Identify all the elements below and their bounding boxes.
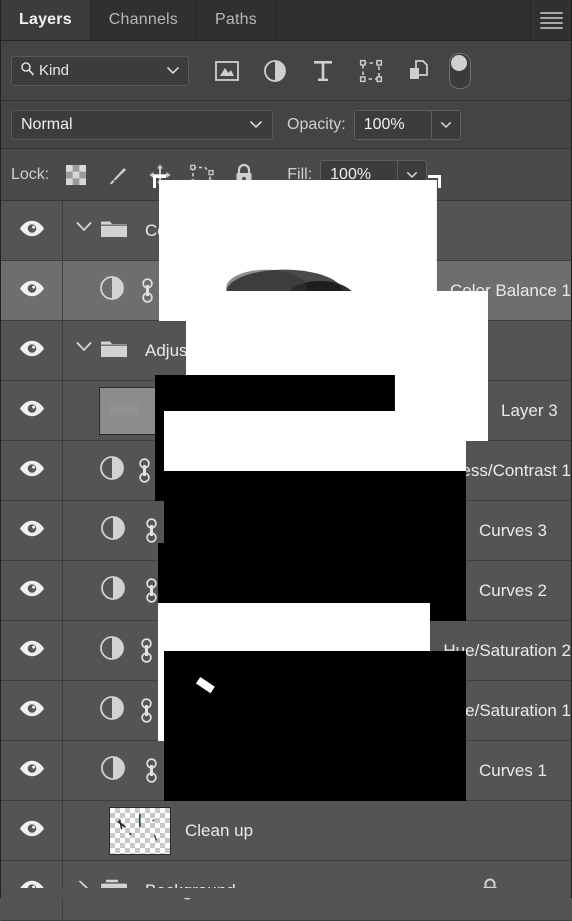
filter-toolbar: Kind (1, 41, 571, 101)
panel-tab-bar: Layers Channels Paths (1, 0, 571, 41)
layer-visibility-icon (19, 820, 45, 842)
layer-name: Layer 3 (500, 400, 558, 420)
adjustment-layer-icon (100, 755, 126, 786)
hamburger-menu-icon (539, 9, 563, 32)
panel-menu-button[interactable] (531, 0, 571, 40)
tab-paths[interactable]: Paths (197, 0, 276, 40)
layer-row[interactable]: Curves 1 (1, 651, 571, 890)
layer-visibility-toggle[interactable] (1, 261, 63, 320)
filter-kind-select[interactable]: Kind (11, 55, 189, 86)
tab-channels[interactable]: Channels (91, 0, 197, 40)
layers-panel: Layers Channels Paths Kind Normal Opacit… (0, 0, 572, 921)
chevron-down-icon (166, 62, 180, 80)
layer-row-body[interactable]: Clean up (63, 801, 571, 860)
layer-visibility-toggle[interactable] (1, 561, 63, 620)
group-expand-toggle[interactable] (71, 340, 97, 361)
layer-visibility-icon (19, 280, 45, 302)
layer-name: Curves 1 (478, 760, 548, 780)
filter-type-buttons (203, 49, 471, 93)
layer-visibility-toggle[interactable] (1, 801, 63, 860)
opacity-stepper-button[interactable] (430, 110, 460, 139)
shape-layer-filter-icon[interactable] (347, 49, 395, 93)
layer-thumbnail-group[interactable] (109, 806, 171, 855)
chevron-down-icon (249, 116, 263, 134)
layer-name: Curves 2 (478, 580, 548, 600)
tab-bar-filler (276, 0, 531, 40)
layer-visibility-toggle[interactable] (1, 681, 63, 740)
layer-visibility-icon (19, 520, 45, 542)
toggle-knob (451, 54, 467, 71)
layer-row-body[interactable]: Curves 1 (63, 651, 571, 890)
filter-kind-label: Kind (39, 62, 70, 79)
chevron-down-icon[interactable] (76, 340, 92, 361)
layer-visibility-icon (19, 640, 45, 662)
opacity-field[interactable]: 100% (353, 109, 461, 140)
pixel-layer-filter-icon[interactable] (203, 49, 251, 93)
chevron-down-icon (440, 121, 451, 128)
layer-row[interactable]: Clean up (1, 801, 571, 861)
layer-list: Color gradingColor Balance 1AdjustmentsL… (1, 175, 571, 921)
tab-channels-label: Channels (108, 11, 178, 28)
opacity-value[interactable]: 100% (354, 110, 431, 139)
layer-mask-link-icon[interactable] (139, 757, 163, 784)
layer-name: Curves 3 (478, 520, 548, 540)
layer-visibility-icon (19, 700, 45, 722)
smart-object-filter-icon[interactable] (395, 49, 443, 93)
layer-visibility-toggle[interactable] (1, 321, 63, 380)
layer-visibility-toggle[interactable] (1, 441, 63, 500)
panel-footer-strip (1, 888, 571, 898)
tab-paths-label: Paths (215, 11, 257, 28)
layer-visibility-icon (19, 580, 45, 602)
search-icon (20, 61, 35, 81)
layer-visibility-toggle[interactable] (1, 501, 63, 560)
opacity-label: Opacity: (287, 115, 346, 133)
chevron-down-icon[interactable] (76, 220, 92, 241)
layer-visibility-toggle[interactable] (1, 201, 63, 260)
lock-transparent-pixels-icon[interactable] (55, 155, 97, 195)
layer-visibility-icon (19, 460, 45, 482)
tab-layers-label: Layers (19, 11, 72, 28)
layer-visibility-icon (19, 340, 45, 362)
layer-thumbnail[interactable] (109, 806, 171, 855)
layer-visibility-icon (19, 400, 45, 422)
blend-toolbar: Normal Opacity: 100% (1, 101, 571, 149)
layer-visibility-icon (19, 760, 45, 782)
type-layer-filter-icon[interactable] (299, 49, 347, 93)
layer-visibility-icon (19, 220, 45, 242)
lock-label: Lock: (11, 165, 50, 183)
layer-visibility-toggle[interactable] (1, 741, 63, 800)
adjustment-layer-filter-icon[interactable] (251, 49, 299, 93)
layer-name: Clean up (185, 820, 254, 840)
tab-layers[interactable]: Layers (1, 0, 91, 40)
blend-mode-value: Normal (21, 115, 73, 133)
blend-mode-select[interactable]: Normal (11, 109, 273, 140)
adjustment-thumbnail[interactable] (99, 755, 127, 786)
layer-visibility-toggle[interactable] (1, 381, 63, 440)
filter-enable-toggle[interactable] (449, 52, 471, 89)
group-expand-toggle[interactable] (71, 220, 97, 241)
layer-visibility-toggle[interactable] (1, 621, 63, 680)
